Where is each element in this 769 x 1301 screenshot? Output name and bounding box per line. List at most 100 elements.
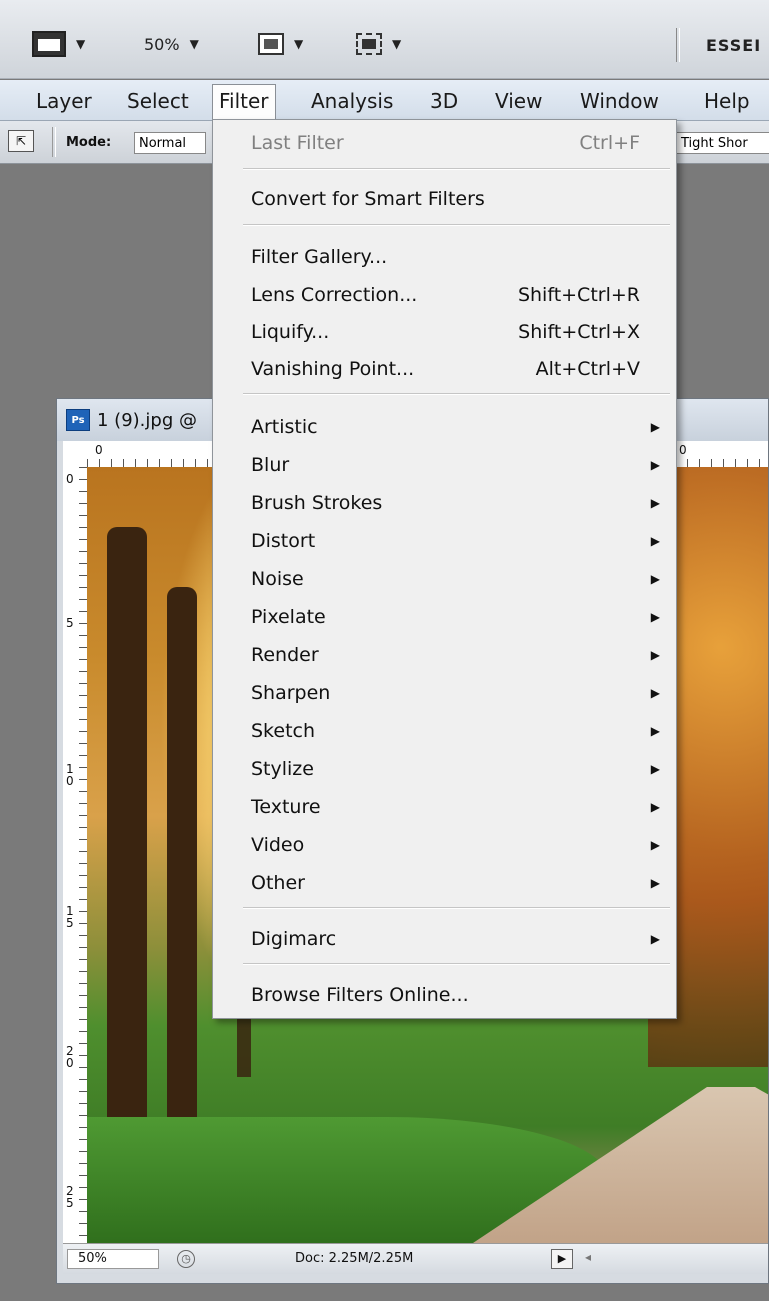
submenu-arrow-icon: ▶ — [650, 458, 660, 472]
ruler-label: 5 — [66, 616, 74, 630]
ruler-label: 2 5 — [66, 1184, 74, 1210]
ruler-label: 0 — [66, 472, 74, 486]
menu-item-video[interactable]: Video ▶ — [251, 830, 660, 860]
menu-item-liquify[interactable]: Liquify... Shift+Ctrl+X — [251, 317, 660, 347]
menu-item-convert-smart-filters[interactable]: Convert for Smart Filters — [251, 184, 660, 214]
menu-item-label: Blur — [251, 454, 290, 476]
submenu-arrow-icon: ▶ — [650, 876, 660, 890]
menu-item-label: Digimarc — [251, 928, 337, 950]
menu-item-label: Render — [251, 644, 319, 666]
submenu-arrow-icon: ▶ — [650, 534, 660, 548]
zoom-level-dropdown[interactable]: 50% ▼ — [144, 30, 199, 58]
submenu-arrow-icon: ▶ — [650, 610, 660, 624]
menu-item-label: Vanishing Point... — [251, 358, 415, 380]
mode-label: Mode: — [66, 135, 112, 150]
submenu-arrow-icon: ▶ — [650, 648, 660, 662]
tree-trunk — [167, 587, 197, 1147]
menu-item-artistic[interactable]: Artistic ▶ — [251, 412, 660, 442]
status-menu-arrow-icon[interactable]: ▶ — [551, 1249, 573, 1269]
toolbar-divider — [676, 28, 680, 62]
menu-item-label: Texture — [251, 796, 321, 818]
chevron-down-icon: ▼ — [76, 37, 86, 51]
menu-item-sharpen[interactable]: Sharpen ▶ — [251, 678, 660, 708]
menu-item-label: Video — [251, 834, 305, 856]
menu-item-noise[interactable]: Noise ▶ — [251, 564, 660, 594]
document-size-info: Doc: 2.25M/2.25M — [295, 1251, 414, 1266]
arrange-icon — [258, 33, 284, 55]
submenu-arrow-icon: ▶ — [650, 496, 660, 510]
options-divider — [52, 127, 56, 157]
photoshop-icon: Ps — [66, 409, 90, 431]
options-field-right[interactable]: Tight Shor — [676, 132, 769, 154]
submenu-arrow-icon: ▶ — [650, 762, 660, 776]
menu-item-blur[interactable]: Blur ▶ — [251, 450, 660, 480]
menu-item-label: Noise — [251, 568, 304, 590]
launch-bridge-button[interactable]: ▼ — [32, 30, 85, 58]
menu-item-label: Sharpen — [251, 682, 331, 704]
clock-icon[interactable]: ◷ — [177, 1250, 195, 1268]
ruler-label: 1 0 — [66, 762, 74, 788]
menu-view[interactable]: View — [495, 88, 542, 114]
menu-item-shortcut: Shift+Ctrl+X — [518, 321, 640, 343]
menu-item-distort[interactable]: Distort ▶ — [251, 526, 660, 556]
menu-separator — [243, 907, 670, 909]
ruler-label: 2 0 — [66, 1044, 74, 1070]
menu-select[interactable]: Select — [127, 88, 189, 114]
screen-mode-icon — [356, 33, 382, 55]
menu-item-stylize[interactable]: Stylize ▶ — [251, 754, 660, 784]
menu-item-brush-strokes[interactable]: Brush Strokes ▶ — [251, 488, 660, 518]
menu-item-label: Artistic — [251, 416, 318, 438]
menu-help[interactable]: Help — [704, 88, 750, 114]
submenu-arrow-icon: ▶ — [650, 572, 660, 586]
menu-item-last-filter[interactable]: Last Filter Ctrl+F — [251, 128, 660, 158]
zoom-level-value: 50% — [144, 34, 180, 54]
screen-mode-button[interactable]: ▼ — [356, 30, 401, 58]
menu-item-sketch[interactable]: Sketch ▶ — [251, 716, 660, 746]
submenu-arrow-icon: ▶ — [650, 838, 660, 852]
ruler-origin[interactable] — [63, 441, 88, 468]
chevron-down-icon: ▼ — [392, 37, 402, 51]
menu-item-label: Pixelate — [251, 606, 326, 628]
menu-analysis[interactable]: Analysis — [311, 88, 393, 114]
menu-item-label: Brush Strokes — [251, 492, 383, 514]
tree-trunk — [107, 527, 147, 1127]
menu-item-label: Other — [251, 872, 305, 894]
menu-layer[interactable]: Layer — [36, 88, 92, 114]
menu-window[interactable]: Window — [580, 88, 659, 114]
menu-item-digimarc[interactable]: Digimarc ▶ — [251, 924, 660, 954]
scroll-left-arrow-icon[interactable]: ◂ — [585, 1250, 591, 1264]
chevron-down-icon: ▼ — [294, 37, 304, 51]
menu-separator — [243, 168, 670, 170]
ruler-label: 1 5 — [66, 904, 74, 930]
menu-item-shortcut: Ctrl+F — [579, 132, 640, 154]
menu-item-texture[interactable]: Texture ▶ — [251, 792, 660, 822]
menu-item-shortcut: Alt+Ctrl+V — [535, 358, 640, 380]
submenu-arrow-icon: ▶ — [650, 724, 660, 738]
menu-item-other[interactable]: Other ▶ — [251, 868, 660, 898]
film-icon — [32, 31, 66, 57]
submenu-arrow-icon: ▶ — [650, 932, 660, 946]
menu-item-label: Distort — [251, 530, 316, 552]
menu-item-shortcut: Shift+Ctrl+R — [517, 284, 640, 306]
arrange-documents-button[interactable]: ▼ — [258, 30, 303, 58]
menu-item-vanishing-point[interactable]: Vanishing Point... Alt+Ctrl+V — [251, 354, 660, 384]
vertical-ruler[interactable]: 0 5 1 0 1 5 2 0 2 5 — [63, 467, 88, 1243]
workspace-switcher[interactable]: ESSEI — [706, 36, 761, 55]
menu-filter[interactable]: Filter — [212, 84, 276, 120]
menu-item-lens-correction[interactable]: Lens Correction... Shift+Ctrl+R — [251, 280, 660, 310]
menu-item-pixelate[interactable]: Pixelate ▶ — [251, 602, 660, 632]
menu-item-browse-filters-online[interactable]: Browse Filters Online... — [251, 980, 660, 1010]
menu-item-filter-gallery[interactable]: Filter Gallery... — [251, 242, 660, 272]
submenu-arrow-icon: ▶ — [650, 686, 660, 700]
menu-item-render[interactable]: Render ▶ — [251, 640, 660, 670]
menu-item-label: Sketch — [251, 720, 316, 742]
zoom-field[interactable]: 50% — [67, 1249, 159, 1269]
tool-preset-icon[interactable]: ⇱ — [8, 130, 34, 152]
menu-separator — [243, 224, 670, 226]
mode-select[interactable]: Normal — [134, 132, 206, 154]
menu-item-label: Liquify... — [251, 321, 330, 343]
ruler-label: 0 — [679, 443, 687, 457]
menu-item-label: Stylize — [251, 758, 314, 780]
menu-3d[interactable]: 3D — [430, 88, 458, 114]
menu-item-label: Browse Filters Online... — [251, 984, 469, 1006]
